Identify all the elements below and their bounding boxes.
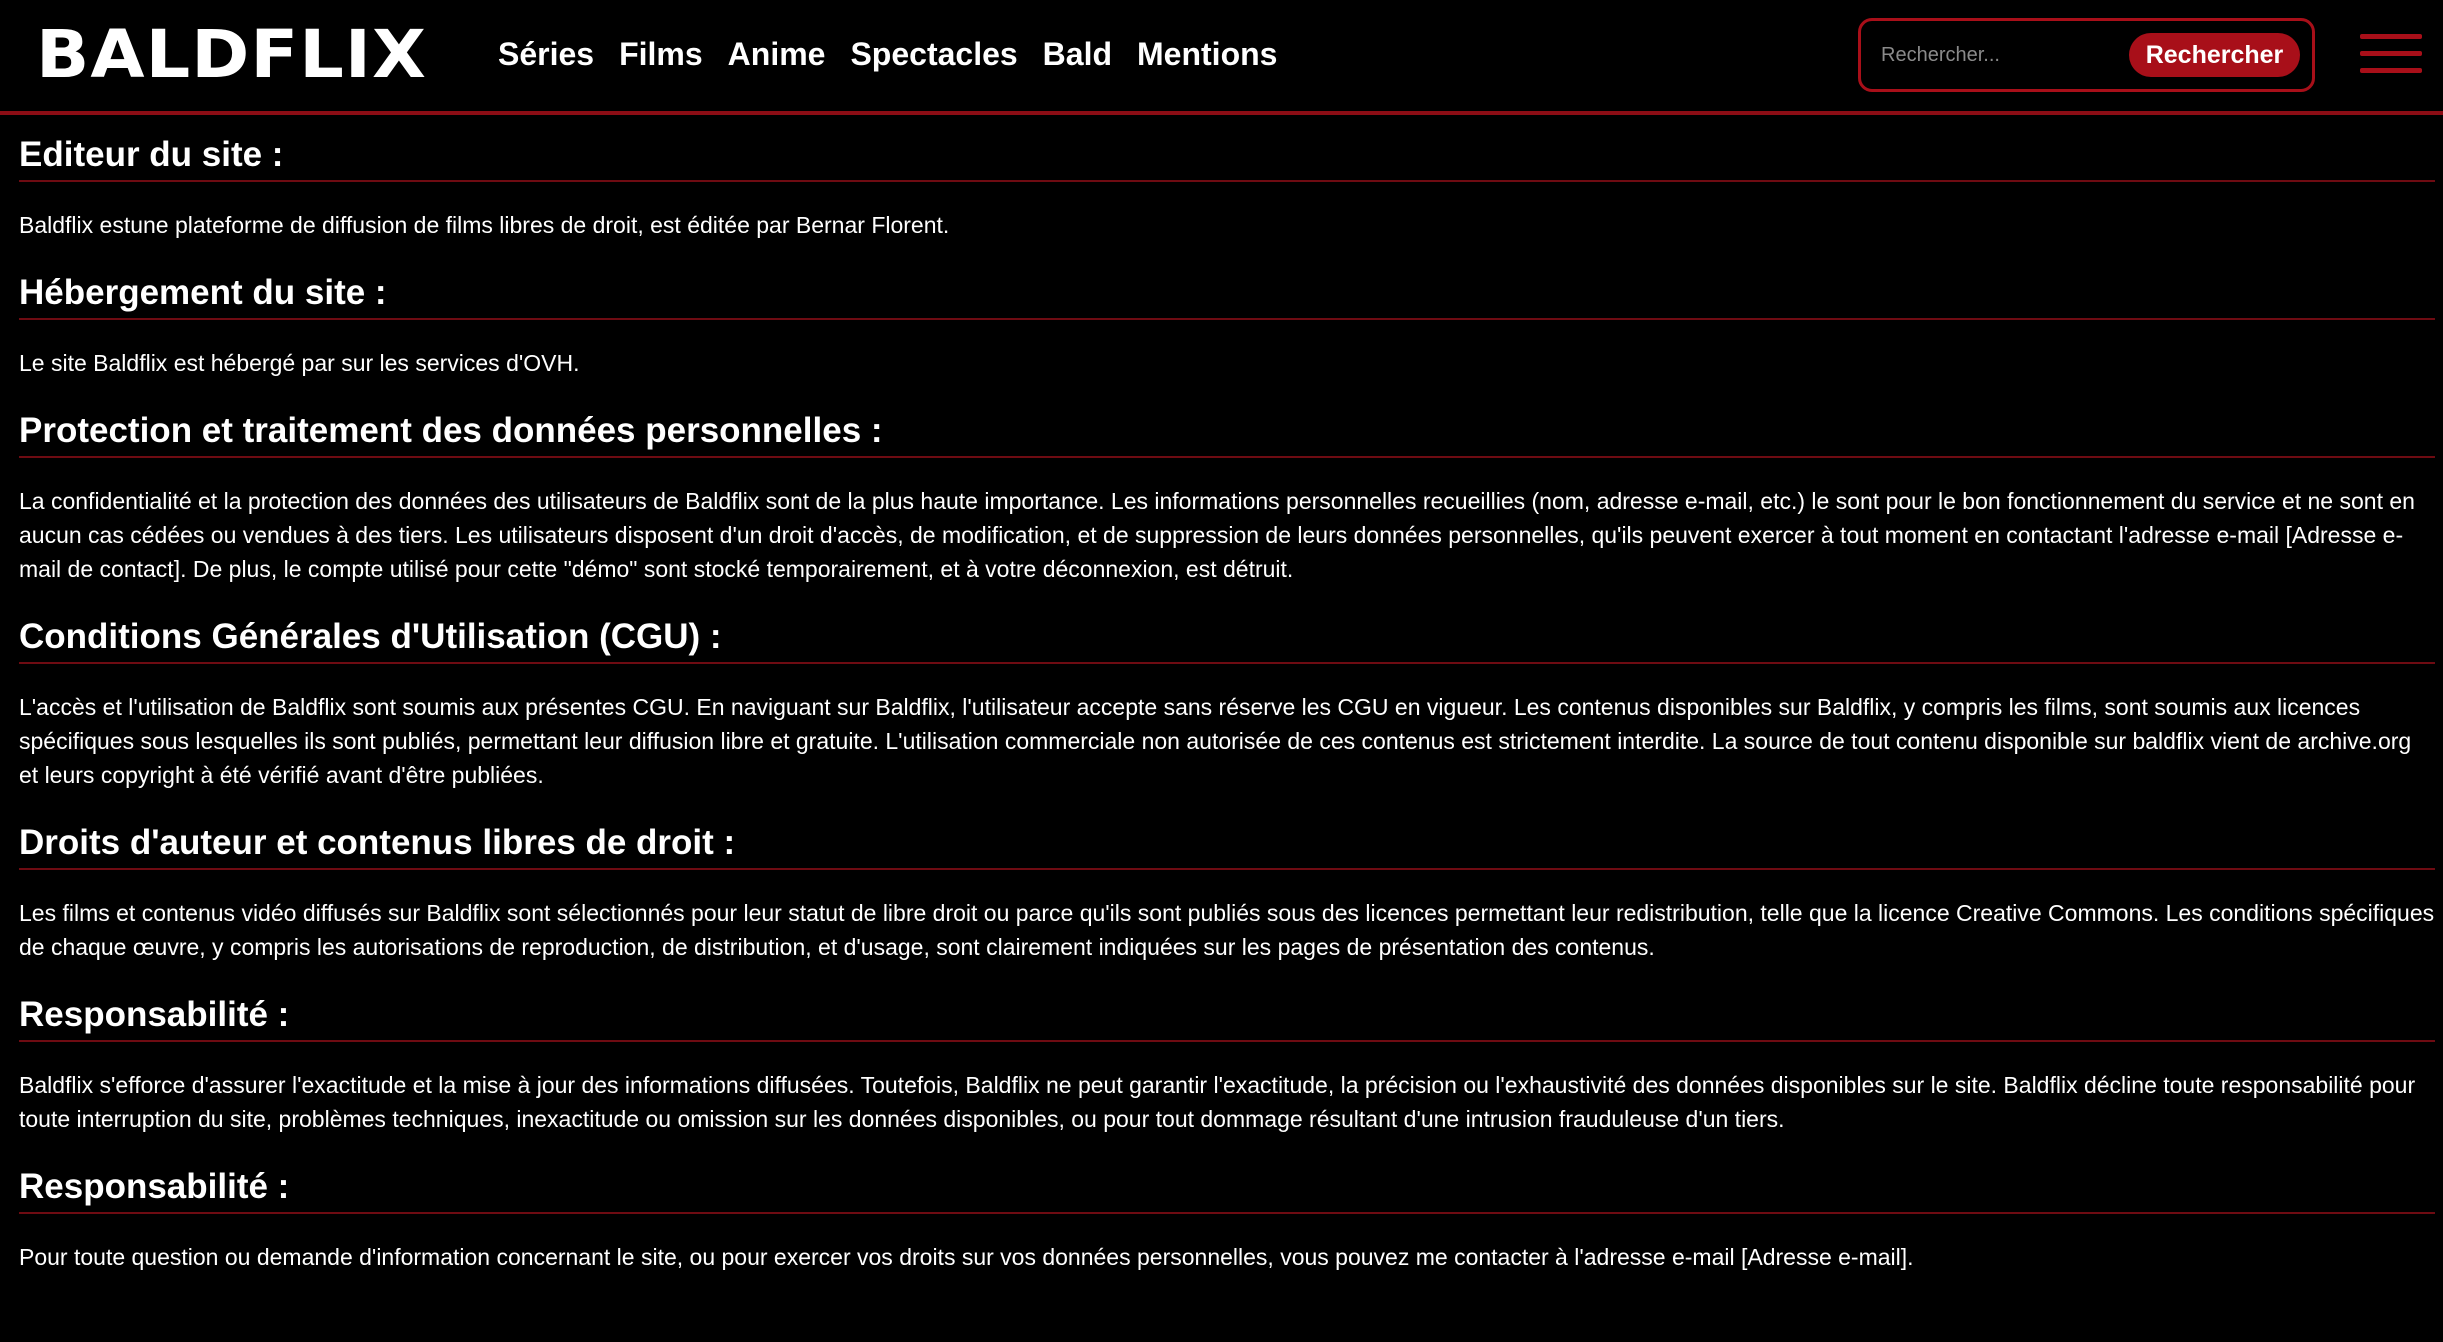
search-input[interactable] xyxy=(1881,35,2121,75)
nav-item-films[interactable]: Films xyxy=(619,30,703,78)
nav-item-spectacles[interactable]: Spectacles xyxy=(850,30,1017,78)
nav-item-series[interactable]: Séries xyxy=(498,30,594,78)
nav-item-bald[interactable]: Bald xyxy=(1043,30,1112,78)
legal-content: Editeur du site : Baldflix estune platef… xyxy=(19,132,2435,1302)
section-droits-auteur: Droits d'auteur et contenus libres de dr… xyxy=(19,820,2435,964)
section-text: La confidentialité et la protection des … xyxy=(19,488,2415,582)
search-form: Rechercher xyxy=(1858,18,2315,92)
section-editeur: Editeur du site : Baldflix estune platef… xyxy=(19,132,2435,242)
section-hebergement: Hébergement du site : Le site Baldflix e… xyxy=(19,270,2435,380)
site-logo[interactable]: BALDFLIX xyxy=(36,20,427,90)
section-text: Pour toute question ou demande d'informa… xyxy=(19,1244,1914,1270)
section-responsabilite: Responsabilité : Baldflix s'efforce d'as… xyxy=(19,992,2435,1136)
section-title: Hébergement du site : xyxy=(19,270,2435,320)
section-protection-donnees: Protection et traitement des données per… xyxy=(19,408,2435,586)
section-text: Le site Baldflix est hébergé par sur les… xyxy=(19,350,580,376)
section-title: Editeur du site : xyxy=(19,132,2435,182)
section-title: Responsabilité : xyxy=(19,992,2435,1042)
section-contact: Responsabilité : Pour toute question ou … xyxy=(19,1164,2435,1274)
main-nav: Séries Films Anime Spectacles Bald Menti… xyxy=(498,30,1302,78)
section-text: Baldflix estune plateforme de diffusion … xyxy=(19,212,950,238)
section-cgu: Conditions Générales d'Utilisation (CGU)… xyxy=(19,614,2435,792)
section-title: Droits d'auteur et contenus libres de dr… xyxy=(19,820,2435,870)
nav-item-mentions[interactable]: Mentions xyxy=(1137,30,1277,78)
nav-item-anime[interactable]: Anime xyxy=(728,30,826,78)
hamburger-menu-icon[interactable] xyxy=(2360,31,2422,75)
section-title: Responsabilité : xyxy=(19,1164,2435,1214)
search-button[interactable]: Rechercher xyxy=(2129,33,2300,77)
section-text: Les films et contenus vidéo diffusés sur… xyxy=(19,900,2435,960)
site-header: BALDFLIX Séries Films Anime Spectacles B… xyxy=(0,0,2443,115)
section-title: Conditions Générales d'Utilisation (CGU)… xyxy=(19,614,2435,664)
section-text: Baldflix s'efforce d'assurer l'exactitud… xyxy=(19,1072,2416,1132)
section-text: L'accès et l'utilisation de Baldflix son… xyxy=(19,694,2412,788)
section-title: Protection et traitement des données per… xyxy=(19,408,2435,458)
